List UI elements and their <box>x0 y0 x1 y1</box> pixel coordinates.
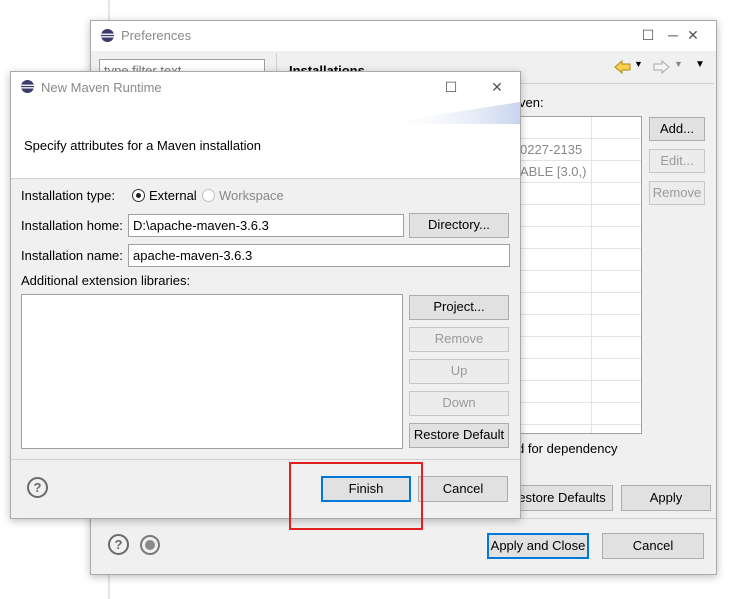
back-arrow-icon[interactable] <box>614 59 632 75</box>
dialog-maximize-button[interactable]: ☐ <box>441 77 461 97</box>
dialog-cancel-button[interactable]: Cancel <box>418 476 508 502</box>
table-row[interactable] <box>517 271 641 293</box>
table-row[interactable] <box>517 381 641 403</box>
close-button[interactable]: ✕ <box>683 25 703 45</box>
preferences-title: Preferences <box>121 28 192 43</box>
installation-home-input[interactable]: D:\apache-maven-3.6.3 <box>128 214 404 237</box>
apply-and-close-button[interactable]: Apply and Close <box>487 533 589 559</box>
workspace-radio-label[interactable]: Workspace <box>219 188 284 203</box>
footer-separator <box>11 459 520 460</box>
installation-name-input[interactable]: apache-maven-3.6.3 <box>128 244 510 267</box>
apply-button[interactable]: Apply <box>621 485 711 511</box>
table-row[interactable]: 0227-2135 <box>517 139 641 161</box>
installation-home-value: D:\apache-maven-3.6.3 <box>133 218 269 233</box>
eclipse-icon <box>20 79 35 94</box>
table-row[interactable] <box>517 205 641 227</box>
installation-type-label: Installation type: <box>21 188 115 203</box>
installation-home-label: Installation home: <box>21 218 123 233</box>
table-row[interactable] <box>517 117 641 139</box>
restore-defaults-button[interactable]: estore Defaults <box>511 485 613 511</box>
installations-table[interactable]: 0227-2135 ABLE [3.0,) <box>516 116 642 434</box>
up-button[interactable]: Up <box>409 359 509 384</box>
maven-label: ven: <box>519 95 544 110</box>
maximize-button[interactable]: ☐ <box>638 25 658 45</box>
forward-menu-icon[interactable]: ▼ <box>674 59 683 69</box>
header-separator <box>11 178 520 179</box>
edit-button[interactable]: Edit... <box>649 149 705 173</box>
minimize-button[interactable]: ─ <box>663 25 683 45</box>
dialog-title: New Maven Runtime <box>41 80 162 95</box>
table-row[interactable] <box>517 315 641 337</box>
dialog-description: Specify attributes for a Maven installat… <box>24 138 262 153</box>
table-row[interactable] <box>517 293 641 315</box>
external-radio-label[interactable]: External <box>149 188 197 203</box>
eclipse-icon <box>100 28 115 43</box>
restore-default-button[interactable]: Restore Default <box>409 423 509 448</box>
import-export-icon[interactable] <box>140 535 160 555</box>
table-row[interactable] <box>517 249 641 271</box>
add-button[interactable]: Add... <box>649 117 705 141</box>
table-row[interactable] <box>517 227 641 249</box>
table-row[interactable] <box>517 403 641 425</box>
dialog-help-icon[interactable]: ? <box>27 477 48 498</box>
down-button[interactable]: Down <box>409 391 509 416</box>
forward-arrow-icon[interactable] <box>652 59 670 75</box>
wizard-banner-graphic <box>379 102 520 124</box>
external-radio[interactable] <box>132 189 145 202</box>
view-menu-icon[interactable]: ▼ <box>695 59 705 70</box>
installation-name-label: Installation name: <box>21 248 123 263</box>
preferences-cancel-button[interactable]: Cancel <box>602 533 704 559</box>
preferences-titlebar: Preferences ─ ☐ ✕ <box>91 21 716 51</box>
highlight-annotation-box <box>289 462 423 530</box>
extension-libraries-label: Additional extension libraries: <box>21 273 191 288</box>
extension-libraries-list[interactable] <box>21 294 403 449</box>
ext-remove-button[interactable]: Remove <box>409 327 509 352</box>
workspace-radio[interactable] <box>202 189 215 202</box>
installation-name-value: apache-maven-3.6.3 <box>133 248 253 263</box>
directory-button[interactable]: Directory... <box>409 213 509 238</box>
dependency-text: d for dependency <box>517 441 618 456</box>
table-row[interactable]: ABLE [3.0,) <box>517 161 641 183</box>
table-row[interactable] <box>517 359 641 381</box>
remove-button[interactable]: Remove <box>649 181 705 205</box>
table-cell: ABLE [3.0,) <box>520 164 587 179</box>
project-button[interactable]: Project... <box>409 295 509 320</box>
table-row[interactable] <box>517 183 641 205</box>
table-cell: 0227-2135 <box>520 142 583 157</box>
help-icon[interactable]: ? <box>108 534 129 555</box>
table-row[interactable] <box>517 337 641 359</box>
back-menu-icon[interactable]: ▼ <box>634 59 643 69</box>
dialog-close-button[interactable]: ✕ <box>487 77 507 97</box>
new-maven-runtime-dialog: New Maven Runtime ☐ ✕ Specify attributes… <box>10 71 521 519</box>
dialog-header: New Maven Runtime ☐ ✕ Specify attributes… <box>11 72 520 178</box>
